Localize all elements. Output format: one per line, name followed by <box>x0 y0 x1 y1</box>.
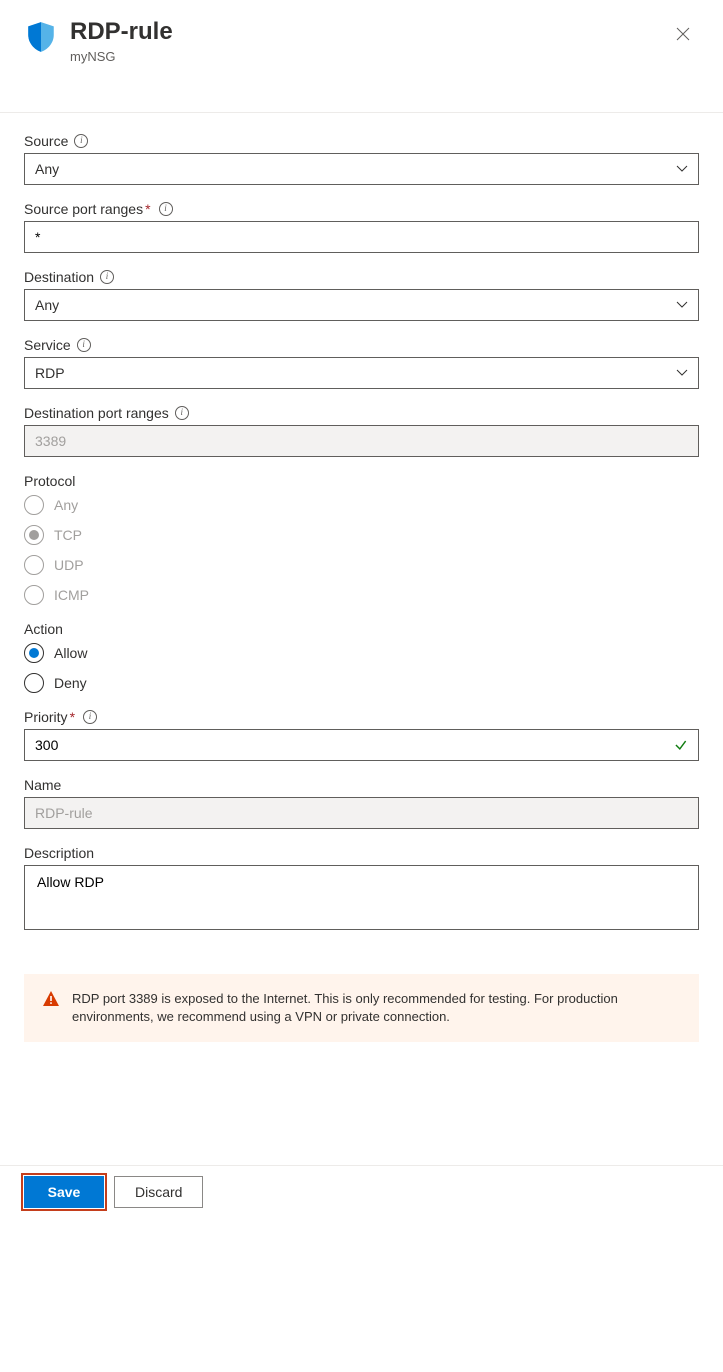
required-marker: * <box>70 709 75 725</box>
service-label: Service <box>24 337 71 353</box>
destination-label: Destination <box>24 269 94 285</box>
source-label: Source <box>24 133 68 149</box>
info-icon[interactable]: i <box>175 406 189 420</box>
save-button[interactable]: Save <box>24 1176 104 1208</box>
protocol-option-udp: UDP <box>54 557 84 573</box>
description-wrapper <box>24 865 699 930</box>
action-label: Action <box>24 621 63 637</box>
discard-button[interactable]: Discard <box>114 1176 203 1208</box>
info-icon[interactable]: i <box>159 202 173 216</box>
warning-message: RDP port 3389 is exposed to the Internet… <box>24 974 699 1042</box>
priority-input[interactable] <box>35 730 668 760</box>
chevron-down-icon <box>676 163 688 175</box>
destination-port-ranges-input-wrapper <box>24 425 699 457</box>
panel-header: RDP-rule myNSG <box>24 18 699 64</box>
shield-icon <box>24 20 58 54</box>
close-icon <box>676 27 690 41</box>
destination-select[interactable]: Any <box>24 289 699 321</box>
protocol-option-tcp: TCP <box>54 527 82 543</box>
protocol-radio-tcp <box>24 525 44 545</box>
checkmark-icon <box>674 738 688 752</box>
protocol-option-any: Any <box>54 497 78 513</box>
name-input <box>35 798 688 828</box>
source-select[interactable]: Any <box>24 153 699 185</box>
description-input[interactable] <box>35 872 688 920</box>
required-marker: * <box>145 201 150 217</box>
protocol-radio-any <box>24 495 44 515</box>
info-icon[interactable]: i <box>83 710 97 724</box>
action-option-deny: Deny <box>54 675 87 691</box>
description-label: Description <box>24 845 94 861</box>
close-button[interactable] <box>667 18 699 50</box>
priority-input-wrapper <box>24 729 699 761</box>
protocol-radio-icmp <box>24 585 44 605</box>
source-value: Any <box>35 161 676 177</box>
source-port-ranges-label: Source port ranges <box>24 201 143 217</box>
service-select[interactable]: RDP <box>24 357 699 389</box>
protocol-option-icmp: ICMP <box>54 587 89 603</box>
info-icon[interactable]: i <box>74 134 88 148</box>
priority-label: Priority <box>24 709 68 725</box>
protocol-radio-udp <box>24 555 44 575</box>
page-subtitle: myNSG <box>70 49 667 64</box>
warning-text: RDP port 3389 is exposed to the Internet… <box>72 990 681 1026</box>
info-icon[interactable]: i <box>77 338 91 352</box>
footer-actions: Save Discard <box>0 1165 723 1222</box>
warning-icon <box>42 990 60 1008</box>
action-radio-allow[interactable] <box>24 643 44 663</box>
destination-port-ranges-input <box>35 426 688 456</box>
info-icon[interactable]: i <box>100 270 114 284</box>
destination-value: Any <box>35 297 676 313</box>
service-value: RDP <box>35 365 676 381</box>
page-title: RDP-rule <box>70 18 667 47</box>
name-input-wrapper <box>24 797 699 829</box>
destination-port-ranges-label: Destination port ranges <box>24 405 169 421</box>
action-radio-deny[interactable] <box>24 673 44 693</box>
protocol-label: Protocol <box>24 473 75 489</box>
name-label: Name <box>24 777 61 793</box>
source-port-ranges-input[interactable] <box>35 222 688 252</box>
chevron-down-icon <box>676 367 688 379</box>
action-option-allow: Allow <box>54 645 87 661</box>
chevron-down-icon <box>676 299 688 311</box>
source-port-ranges-input-wrapper <box>24 221 699 253</box>
